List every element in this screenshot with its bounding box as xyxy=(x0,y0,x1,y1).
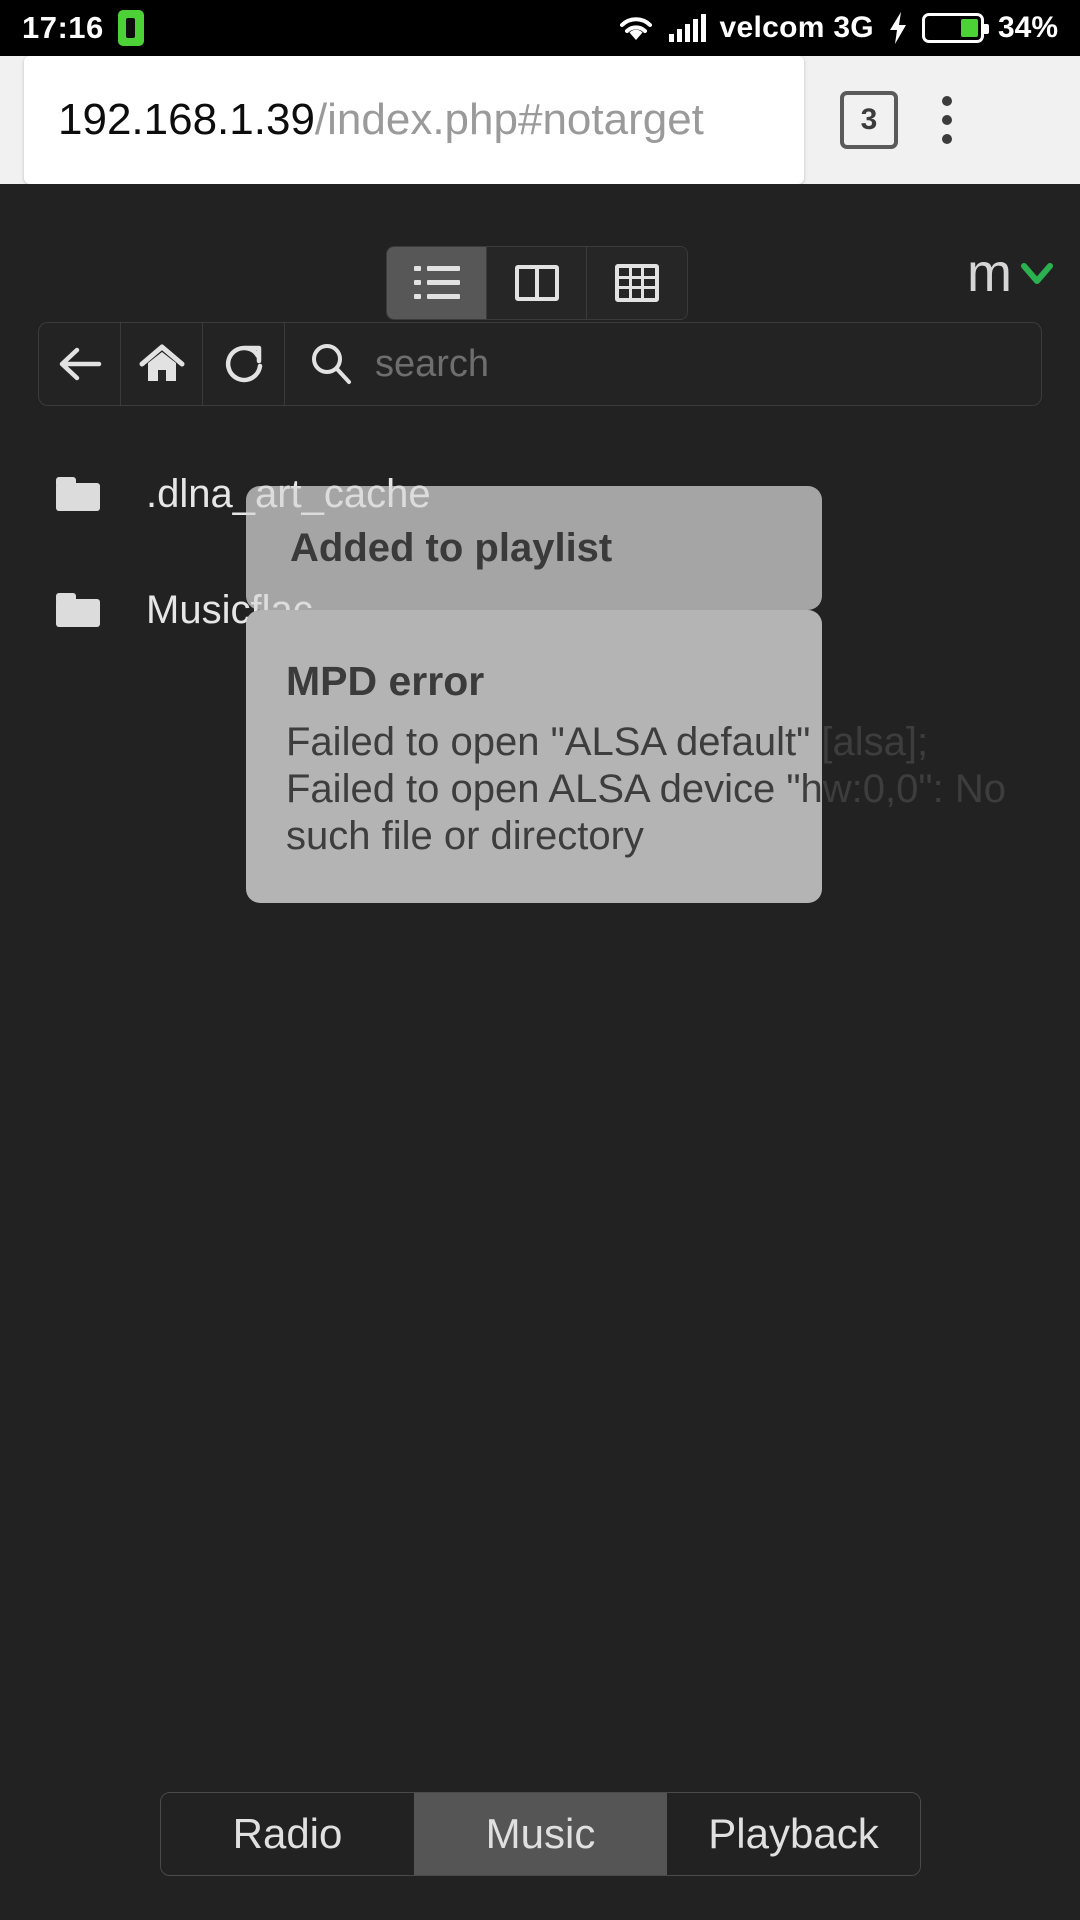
list-icon xyxy=(413,266,460,300)
tab-music[interactable]: Music xyxy=(414,1793,667,1875)
tab-count-button[interactable]: 3 xyxy=(840,91,898,149)
folder-icon xyxy=(56,477,100,511)
search-input[interactable]: search xyxy=(285,323,1041,405)
view-mode-toggle xyxy=(386,246,688,320)
grid-icon xyxy=(615,264,659,302)
view-mode-grid-button[interactable] xyxy=(587,247,687,319)
chevron-down-icon xyxy=(1020,256,1054,290)
toast-message-line: Failed to open ALSA device "hw:0,0": No xyxy=(286,766,1006,811)
tab-radio[interactable]: Radio xyxy=(161,1793,414,1875)
url-path: /index.php#notarget xyxy=(314,95,704,144)
refresh-icon xyxy=(222,342,266,386)
battery-chip-icon xyxy=(117,10,144,46)
android-status-bar: 17:16 velcom 3G 34% xyxy=(0,0,1080,56)
navigation-toolbar: search xyxy=(38,322,1042,406)
web-app-viewport: m search Musicflac Added to playlist MPD… xyxy=(0,184,1080,1920)
arrow-left-icon xyxy=(57,344,103,384)
view-mode-columns-button[interactable] xyxy=(487,247,587,319)
toast-message-line: Failed to open "ALSA default" [alsa]; xyxy=(286,720,929,764)
address-bar[interactable]: 192.168.1.39/index.php#notarget xyxy=(24,56,804,184)
refresh-button[interactable] xyxy=(203,323,285,405)
folder-icon xyxy=(56,593,100,627)
columns-icon xyxy=(514,265,559,301)
battery-percent-label: 34% xyxy=(997,11,1058,44)
main-menu-label: m xyxy=(967,243,1012,303)
home-icon xyxy=(139,343,185,385)
browser-toolbar: 192.168.1.39/index.php#notarget 3 xyxy=(0,56,1080,184)
bottom-tab-bar: Radio Music Playback xyxy=(160,1792,921,1876)
main-menu-button[interactable]: m xyxy=(967,246,1054,300)
back-button[interactable] xyxy=(39,323,121,405)
tab-playback[interactable]: Playback xyxy=(667,1793,920,1875)
search-placeholder: search xyxy=(375,342,490,385)
signal-bars-icon xyxy=(668,14,706,42)
status-bar-right: velcom 3G 34% xyxy=(617,11,1058,45)
toast-mpd-error[interactable]: MPD error Failed to open "ALSA default" … xyxy=(246,610,1006,904)
status-clock: 17:16 xyxy=(22,10,104,45)
lightning-bolt-icon xyxy=(888,12,908,44)
carrier-label: velcom 3G xyxy=(719,11,874,44)
toast-title: MPD error xyxy=(286,658,485,704)
toast-message-line: such file or directory xyxy=(286,813,644,858)
kebab-menu-icon[interactable] xyxy=(942,96,952,144)
search-icon xyxy=(309,342,353,386)
toast-title: Added to playlist xyxy=(290,525,613,570)
wifi-icon xyxy=(617,13,655,43)
toast-added-to-playlist[interactable]: Added to playlist xyxy=(246,486,822,610)
battery-icon xyxy=(921,13,989,43)
view-mode-list-button[interactable] xyxy=(387,247,487,319)
home-button[interactable] xyxy=(121,323,203,405)
status-bar-left: 17:16 xyxy=(22,10,144,46)
url-host: 192.168.1.39 xyxy=(58,95,315,144)
